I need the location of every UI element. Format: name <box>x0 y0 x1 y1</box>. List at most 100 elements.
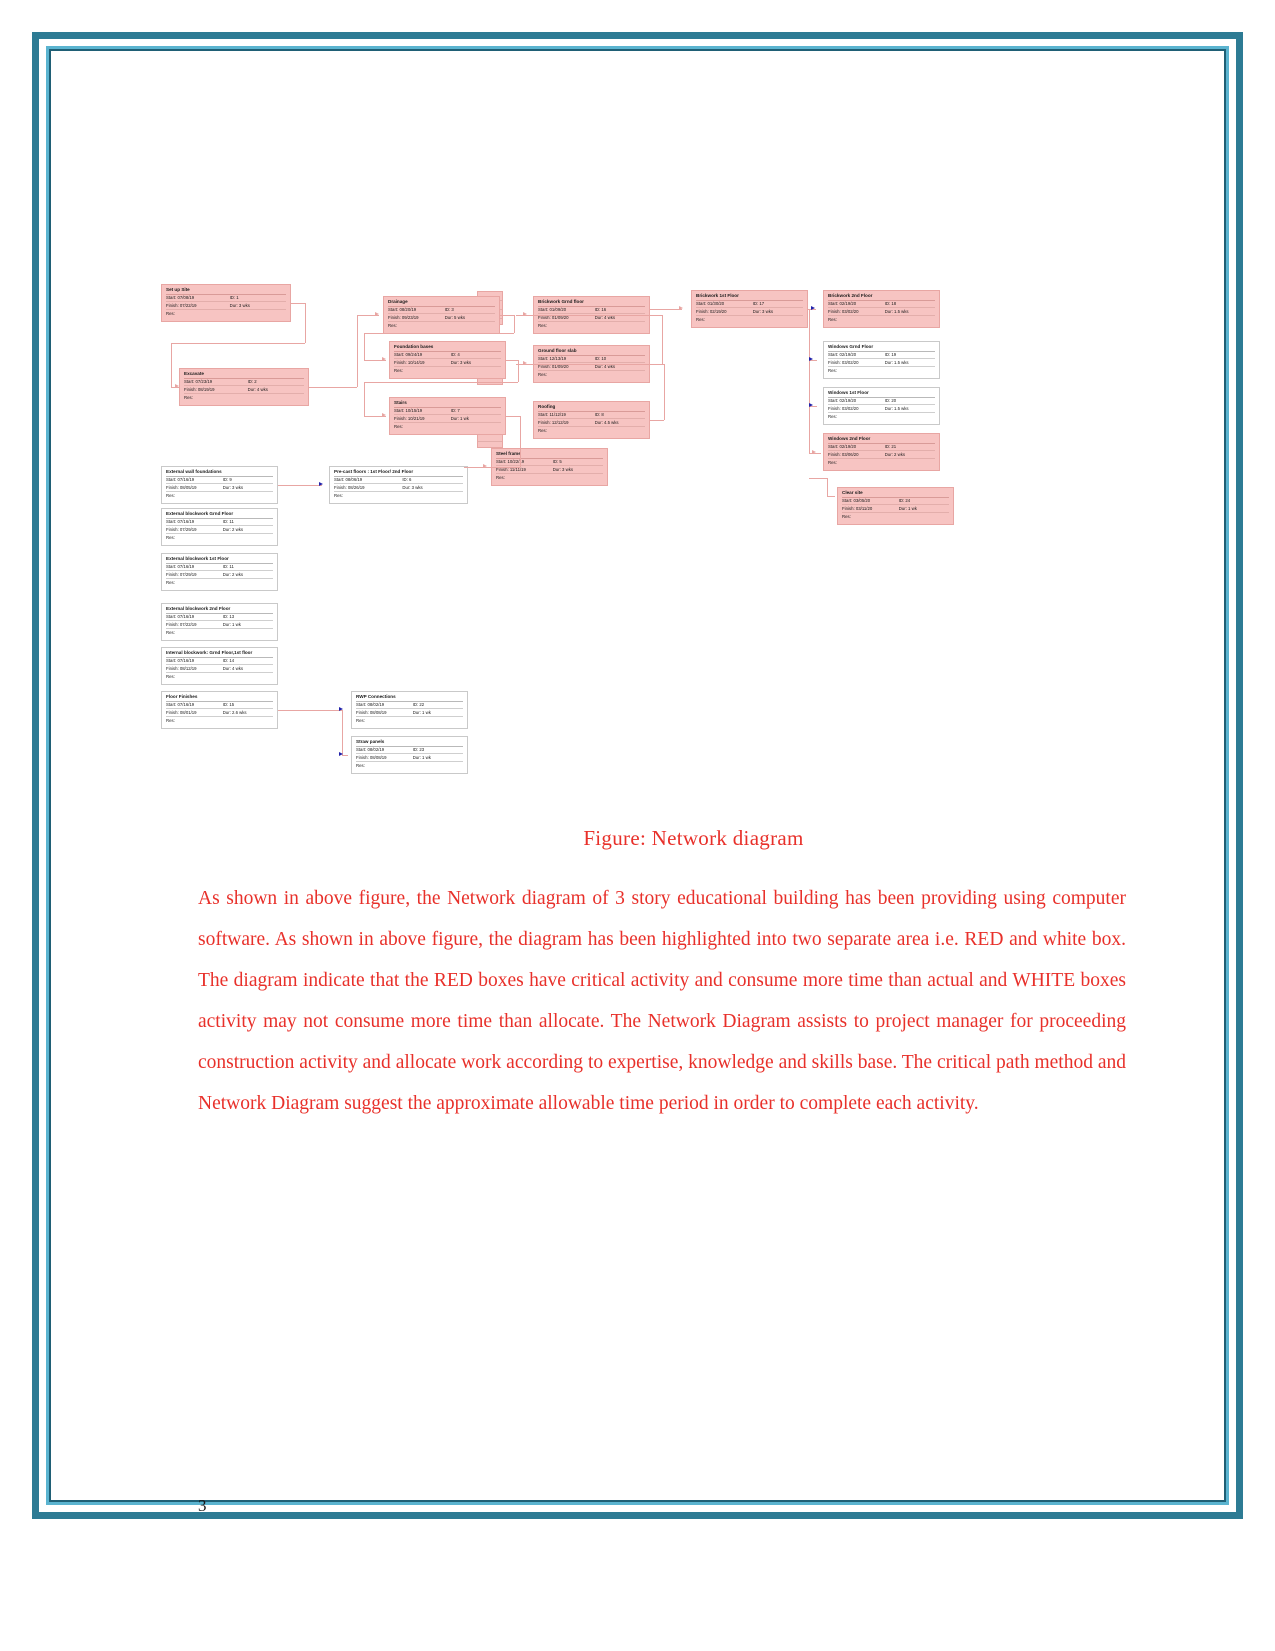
task-duration: Dur: 1 wk <box>450 415 469 421</box>
task-title: External blockwork 2nd Floor <box>166 606 273 614</box>
connector-line <box>171 343 172 387</box>
task-start-id-row: Start: 07/16/19 ID: 11 <box>166 564 273 572</box>
task-resource: Res: <box>394 367 403 373</box>
task-node-excavate[interactable]: Excavate Start: 07/23/19 ID: 2 Finish: 08/1… <box>179 368 309 406</box>
task-node-windows-grnd-floor[interactable]: Windows Grnd Floor Start: 02/19/20 ID: 19 F… <box>823 341 940 379</box>
task-finish-dur-row: Finish: 08/08/19 Dur: 1 wk <box>356 710 463 718</box>
task-start: Start: 02/19/20 <box>828 444 857 449</box>
connector-line <box>650 364 662 365</box>
task-duration: Dur: 5 wks <box>444 314 465 320</box>
connector-line <box>650 309 682 310</box>
task-node-external-blockwork-2nd-floor[interactable]: External blockwork 2nd Floor Start: 07/16… <box>161 603 278 641</box>
connector-arrow <box>339 752 343 756</box>
task-start: Start: 02/19/20 <box>828 398 857 403</box>
task-node-pre-cast-floors[interactable]: Pre-cast floors : 1st Floor/ 2nd Floor St… <box>329 466 468 504</box>
task-resource: Res: <box>166 492 175 498</box>
connector-arrow <box>382 357 386 361</box>
connector-line <box>278 485 322 486</box>
task-duration: Dur: 3 wks <box>552 466 573 472</box>
task-node-floor-finishes[interactable]: Floor Finishes Start: 07/16/19 ID: 15 Finis… <box>161 691 278 729</box>
task-start: Start: 07/23/19 <box>184 379 213 384</box>
connector-line <box>291 303 305 304</box>
connector-line <box>516 315 662 316</box>
connector-arrow <box>809 403 813 407</box>
task-start-id-row: Start: 12/13/19 ID: 10 <box>538 356 645 364</box>
task-resource: Res: <box>696 316 705 322</box>
task-node-external-blockwork-1st-floor[interactable]: External blockwork 1st Floor Start: 07/16… <box>161 553 278 591</box>
task-start-id-row: Start: 10/22/19 ID: 5 <box>496 459 603 467</box>
task-start: Start: 08/02/19 <box>356 702 385 707</box>
task-node-windows-2nd-floor[interactable]: Windows 2nd Floor Start: 02/19/20 ID: 21 Fi… <box>823 433 940 471</box>
task-finish-dur-row: Finish: 08/08/19 Dur: 1 wk <box>356 754 463 763</box>
connector-line <box>364 333 365 360</box>
task-title: Floor Finishes <box>166 694 273 702</box>
connector-line <box>514 315 515 333</box>
task-start-id-row: Start: 02/19/20 ID: 21 <box>828 444 935 452</box>
task-node-drainage[interactable]: Drainage Start: 08/20/19 ID: 3 Finish: 09/2… <box>383 296 500 334</box>
connector-arrow <box>679 306 683 310</box>
task-finish-dur-row: Finish: 08/19/19 Dur: 4 wks <box>184 387 304 395</box>
task-start-id-row: Start: 07/23/19 ID: 2 <box>184 379 304 387</box>
connector-line <box>364 333 514 334</box>
connector-arrow <box>483 464 487 468</box>
connector-line <box>364 382 365 416</box>
network-diagram: Set up Site Start: 07/08/19 ID: 1 Finish: 0… <box>161 281 971 781</box>
connector-line <box>305 303 306 343</box>
task-finish: Finish: 08/08/19 <box>356 754 387 760</box>
task-id: ID: 11 <box>222 564 234 569</box>
task-duration: Dur: 1.5 wks <box>884 359 909 365</box>
task-node-brickwork-1st-floor[interactable]: Brickwork 1st Floor Start: 01/30/20 ID: 17… <box>691 290 808 328</box>
task-resource: Res: <box>538 322 547 328</box>
figure-caption: Figure: Network diagram <box>583 826 804 850</box>
task-finish: Finish: 07/29/19 <box>166 571 197 577</box>
task-start-id-row: Start: 02/19/20 ID: 18 <box>828 301 935 309</box>
task-id: ID: 21 <box>884 444 897 449</box>
task-node-roofing[interactable]: Roofing Start: 11/12/19 ID: 8 Finish: 12/12… <box>533 401 650 439</box>
task-node-external-wall-foundations[interactable]: External wall foundations Start: 07/16/19… <box>161 466 278 504</box>
task-id: ID: 10 <box>594 356 607 361</box>
task-start-id-row: Start: 02/19/20 ID: 20 <box>828 398 935 406</box>
task-start-id-row: Start: 08/20/19 ID: 3 <box>388 307 495 315</box>
task-start-id-row: Start: 08/02/19 ID: 22 <box>356 702 463 710</box>
task-node-foundation-bases[interactable]: Foundation bases Start: 09/24/19 ID: 4 Fini… <box>389 341 506 379</box>
task-title: Ground floor slab <box>538 348 645 356</box>
task-finish-dur-row: Finish: 08/01/19 Dur: 2.6 wks <box>166 709 273 718</box>
task-title: Set up Site <box>166 287 286 295</box>
task-duration: Dur: 1 wk <box>412 754 431 760</box>
task-finish: Finish: 03/02/20 <box>828 405 859 411</box>
connector-arrow <box>523 361 527 365</box>
task-finish-dur-row: Finish: 07/29/19 Dur: 2 wks <box>166 526 273 535</box>
task-title: Clear site <box>842 490 949 498</box>
connector-arrow <box>382 413 386 417</box>
task-resource: Res: <box>538 427 547 433</box>
task-node-set-up-site[interactable]: Set up Site Start: 07/08/19 ID: 1 Finish: 0… <box>161 284 291 322</box>
task-finish-dur-row: Finish: 08/05/19 Dur: 3 wks <box>166 484 273 493</box>
task-start: Start: 08/20/19 <box>388 307 417 312</box>
task-node-windows-1st-floor[interactable]: Windows 1st Floor Start: 02/19/20 ID: 20 Fi… <box>823 387 940 425</box>
task-finish-dur-row: Finish: 03/02/20 Dur: 1.5 wks <box>828 309 935 317</box>
task-title: Stairs <box>394 400 501 408</box>
task-node-internal-blockwork[interactable]: Internal blockwork: Grnd Floor,1st floor… <box>161 647 278 685</box>
task-node-straw-panels[interactable]: Straw panels Start: 08/02/19 ID: 23 Finish:… <box>351 736 468 774</box>
task-finish: Finish: 09/23/19 <box>388 314 419 320</box>
task-duration: Dur: 2 wks <box>222 526 243 532</box>
task-start: Start: 07/16/19 <box>166 519 195 524</box>
task-finish: Finish: 08/01/19 <box>166 709 197 715</box>
task-resource: Res: <box>538 371 547 377</box>
task-node-clear-site[interactable]: Clear site Start: 03/05/20 ID: 24 Finish: 0… <box>837 487 954 525</box>
task-title: External blockwork Grnd Floor <box>166 511 273 519</box>
task-finish-dur-row: Finish: 07/29/19 Dur: 2 wks <box>166 571 273 580</box>
task-start: Start: 07/16/19 <box>166 658 195 663</box>
task-title: Internal blockwork: Grnd Floor,1st floor <box>166 650 273 658</box>
task-start-id-row: Start: 07/16/19 ID: 15 <box>166 702 273 710</box>
task-finish: Finish: 08/26/19 <box>334 484 365 490</box>
task-node-brickwork-2nd-floor[interactable]: Brickwork 2nd Floor Start: 02/19/20 ID: 18… <box>823 290 940 328</box>
connector-line <box>278 710 342 711</box>
task-node-stairs[interactable]: Stairs Start: 10/15/19 ID: 7 Finish: 10/21/… <box>389 397 506 435</box>
task-finish: Finish: 08/05/19 <box>166 484 197 490</box>
task-node-rwp-connections[interactable]: RWP Connections Start: 08/02/19 ID: 22 Fini… <box>351 691 468 729</box>
task-duration: Dur: 3 wks <box>229 302 250 308</box>
task-resource: Res: <box>828 459 837 465</box>
task-start: Start: 10/22/19 <box>496 459 525 464</box>
task-node-external-blockwork-grnd-floor[interactable]: External blockwork Grnd Floor Start: 07/1… <box>161 508 278 546</box>
